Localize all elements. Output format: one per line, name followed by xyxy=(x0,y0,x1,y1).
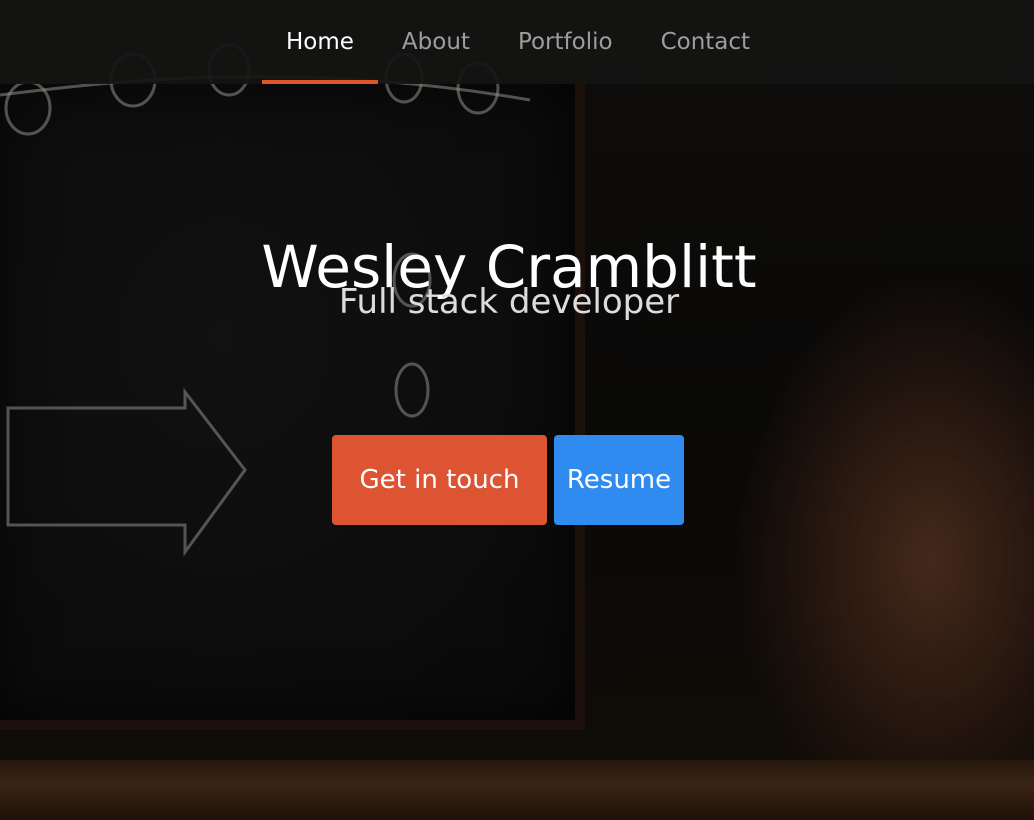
nav-item-home[interactable]: Home xyxy=(262,0,378,84)
nav-item-contact[interactable]: Contact xyxy=(637,0,774,84)
hero-button-row: Get in touch Resume xyxy=(332,435,684,525)
top-navbar: Home About Portfolio Contact xyxy=(0,0,1034,84)
hero-subtitle: Full stack developer xyxy=(338,282,680,322)
nav-item-portfolio[interactable]: Portfolio xyxy=(494,0,637,84)
nav-list: Home About Portfolio Contact xyxy=(262,0,774,84)
get-in-touch-button[interactable]: Get in touch xyxy=(332,435,547,525)
background-overlay xyxy=(0,0,1034,820)
nav-item-about[interactable]: About xyxy=(378,0,494,84)
hero-section: Home About Portfolio Contact Wesley Crambli… xyxy=(0,0,1034,820)
resume-button[interactable]: Resume xyxy=(554,435,684,525)
